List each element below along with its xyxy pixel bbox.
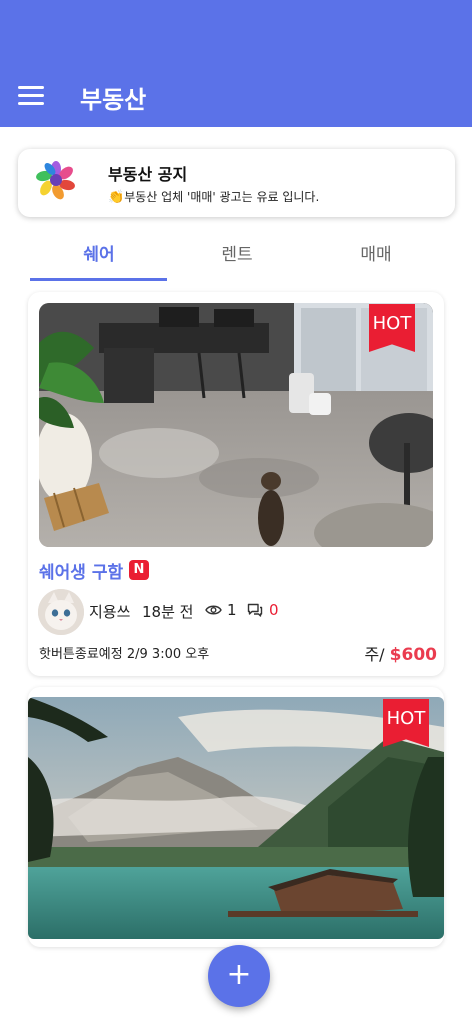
avatar[interactable] [38, 589, 84, 635]
new-badge: N [129, 560, 149, 580]
price: 주/ $600 [364, 641, 437, 665]
eye-icon [205, 605, 222, 615]
tab-share[interactable]: 쉐어 [30, 236, 168, 280]
notice-subtitle-text: 부동산 업체 '매매' 광고는 유료 입니다. [124, 190, 320, 204]
notice-card[interactable]: 부동산 공지 👏부동산 업체 '매매' 광고는 유료 입니다. [18, 149, 455, 217]
notice-subtitle: 👏부동산 업체 '매매' 광고는 유료 입니다. [108, 188, 319, 205]
comment-icon [247, 603, 263, 617]
post-card[interactable]: HOT [28, 687, 444, 947]
price-value: $600 [389, 645, 437, 665]
category-tabs: 쉐어 렌트 매매 [30, 236, 445, 282]
app-logo-icon [36, 161, 75, 200]
page-title: 부동산 [80, 86, 147, 114]
notice-title: 부동산 공지 [108, 165, 188, 184]
tab-rent[interactable]: 렌트 [168, 236, 306, 280]
price-period: 주/ [364, 645, 385, 664]
post-title[interactable]: 쉐어생 구함 [39, 558, 123, 583]
app-bar: 부동산 [0, 0, 472, 127]
post-time: 18분 전 [142, 603, 194, 621]
post-image [28, 697, 444, 939]
menu-icon[interactable] [18, 86, 44, 106]
expiry-label: 핫버튼종료예정 [39, 647, 123, 662]
tab-indicator [30, 278, 167, 281]
author-name: 지용쓰 [89, 603, 131, 621]
post-card[interactable]: HOT 쉐어생 구함 N 지용쓰 18분 전 1 0 핫버튼종료예정 2/9 3… [28, 292, 444, 676]
comment-count: 0 [269, 601, 279, 619]
expiry-value: 2/9 3:00 오후 [126, 647, 210, 662]
view-count: 1 [227, 601, 237, 619]
add-post-button[interactable]: + [208, 945, 270, 1007]
tab-sale[interactable]: 매매 [307, 236, 445, 280]
hot-expiry: 핫버튼종료예정 2/9 3:00 오후 [39, 643, 209, 662]
clap-hands-icon: 👏 [108, 190, 125, 205]
